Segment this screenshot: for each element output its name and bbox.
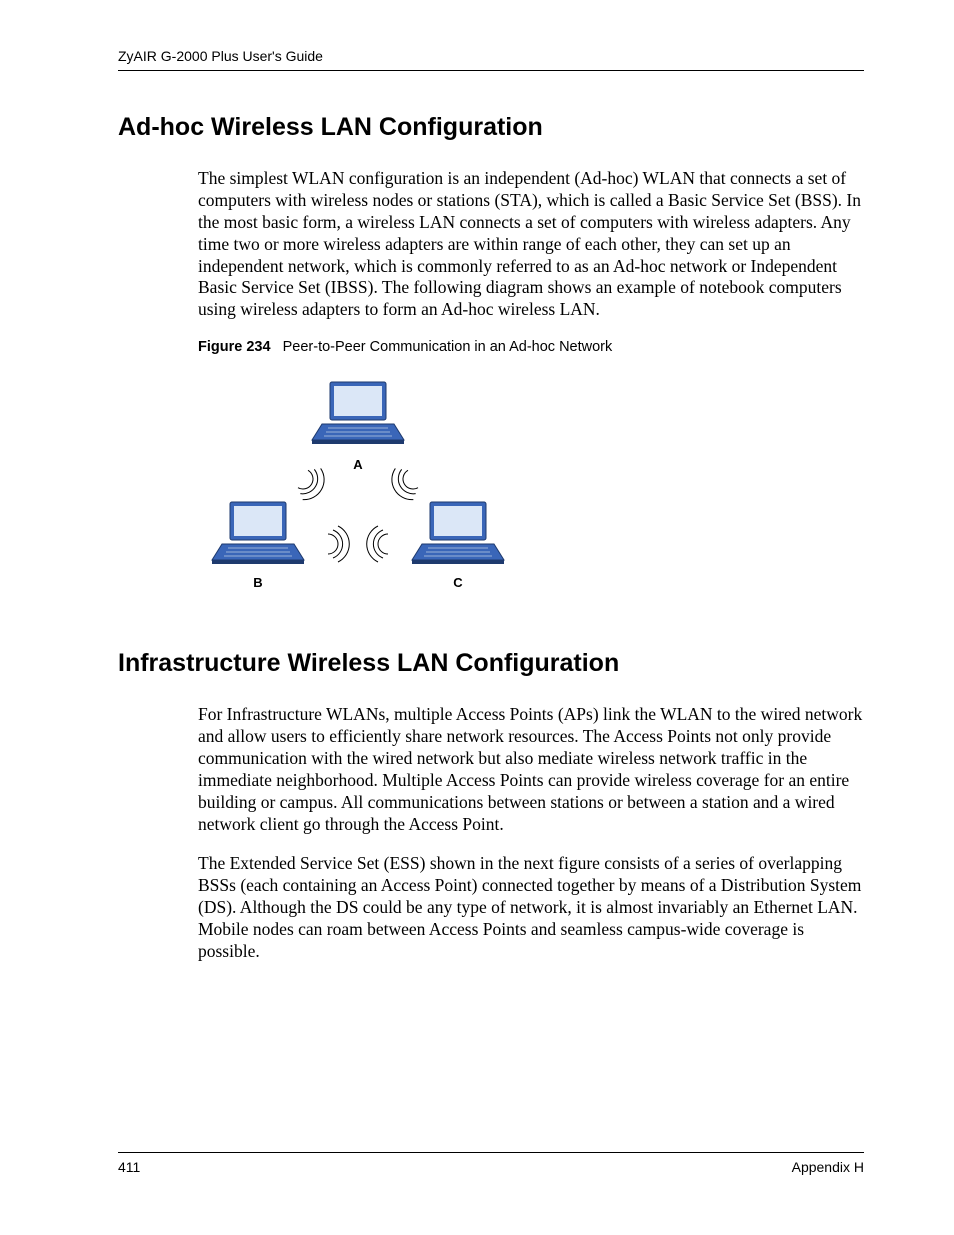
figure-adhoc-network: A B C bbox=[198, 369, 518, 599]
infra-paragraph-1: For Infrastructure WLANs, multiple Acces… bbox=[198, 704, 864, 835]
laptop-label-c: C bbox=[453, 575, 463, 590]
signal-icon bbox=[328, 526, 349, 562]
figure-label: Figure 234 bbox=[198, 339, 271, 355]
infra-paragraph-2: The Extended Service Set (ESS) shown in … bbox=[198, 853, 864, 962]
appendix-label: Appendix H bbox=[792, 1159, 864, 1175]
laptop-icon bbox=[412, 502, 504, 564]
laptop-label-a: A bbox=[353, 457, 363, 472]
page-number: 411 bbox=[118, 1159, 140, 1175]
running-header: ZyAIR G-2000 Plus User's Guide bbox=[118, 48, 864, 71]
section-heading-adhoc: Ad-hoc Wireless LAN Configuration bbox=[118, 113, 864, 142]
laptop-label-b: B bbox=[253, 575, 262, 590]
laptop-icon bbox=[212, 502, 304, 564]
signal-icon bbox=[386, 464, 422, 506]
adhoc-paragraph-1: The simplest WLAN configuration is an in… bbox=[198, 168, 864, 321]
figure-caption-text: Peer-to-Peer Communication in an Ad-hoc … bbox=[283, 339, 613, 355]
signal-icon bbox=[294, 464, 330, 506]
laptop-icon bbox=[312, 382, 404, 444]
page-footer: 411 Appendix H bbox=[118, 1152, 864, 1175]
figure-caption: Figure 234 Peer-to-Peer Communication in… bbox=[198, 339, 864, 355]
signal-icon bbox=[367, 526, 388, 562]
section-heading-infrastructure: Infrastructure Wireless LAN Configuratio… bbox=[118, 649, 864, 678]
